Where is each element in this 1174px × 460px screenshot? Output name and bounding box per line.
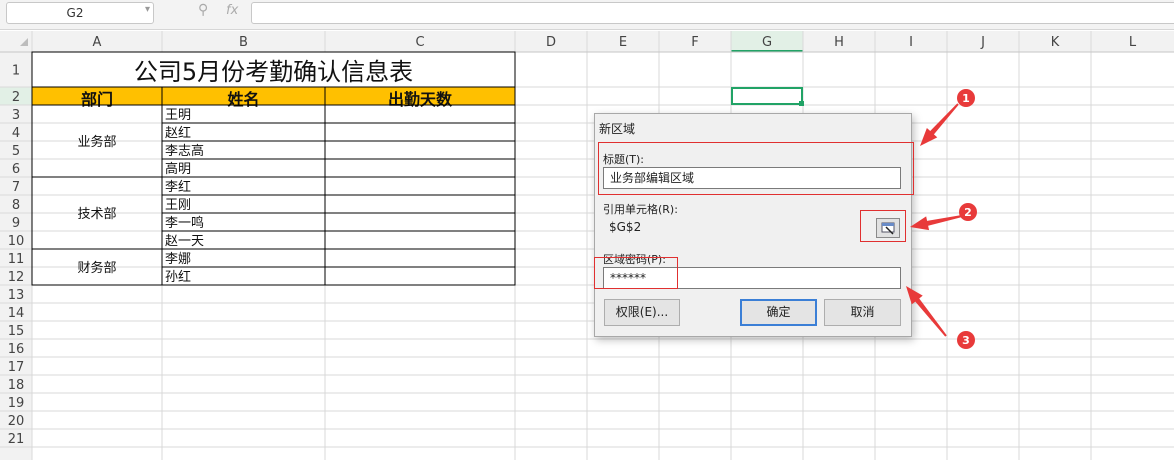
annotation-layer: 1 2 3: [906, 89, 977, 349]
annotation-arrow-1: [920, 103, 959, 146]
annotation-arrow-2: [910, 215, 963, 231]
spreadsheet-window: G2 ▾ ⚲ fx A B C D E F G H I J K L 1 2 3 4 5 6 7 8 9 10 11 12 13 1…: [0, 0, 1174, 460]
annotation-number-3: 3: [962, 334, 970, 347]
annotation-number-2: 2: [964, 206, 972, 219]
annotation-number-1: 1: [962, 92, 970, 105]
annotation-arrow-3: [906, 286, 947, 337]
